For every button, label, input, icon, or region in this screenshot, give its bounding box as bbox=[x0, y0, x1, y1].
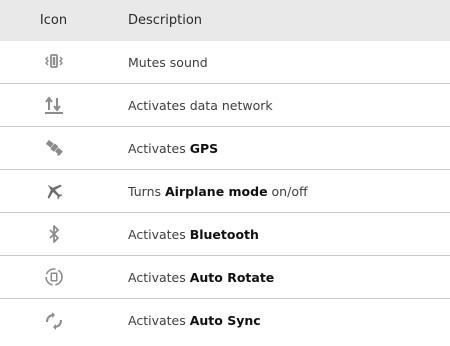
bluetooth-icon bbox=[0, 224, 107, 244]
table-row: Turns Airplane mode on/off bbox=[0, 170, 450, 213]
table-row: Mutes sound bbox=[0, 41, 450, 84]
satellite-gps-icon bbox=[0, 138, 107, 158]
vibrate-icon bbox=[0, 53, 107, 71]
table-row: Activates Auto Rotate bbox=[0, 256, 450, 299]
airplane-icon bbox=[0, 181, 107, 201]
header-icon-label: Icon bbox=[39, 13, 68, 28]
row-description: Turns Airplane mode on/off bbox=[128, 183, 308, 199]
table-row: Activates data network bbox=[0, 84, 450, 127]
row-description: Activates Auto Sync bbox=[128, 313, 261, 328]
row-description: Activates Auto Rotate bbox=[128, 269, 275, 285]
table-row: Activates Auto Sync bbox=[0, 299, 450, 342]
table-row: Activates Bluetooth bbox=[0, 213, 450, 256]
row-description: Mutes sound bbox=[128, 54, 208, 70]
auto-rotate-icon bbox=[0, 267, 107, 287]
table-row: Activates GPS bbox=[0, 127, 450, 170]
table-header: Icon Description bbox=[0, 0, 450, 41]
auto-sync-icon bbox=[0, 311, 107, 331]
header-description-label: Description bbox=[128, 13, 203, 28]
row-description: Activates data network bbox=[128, 97, 273, 113]
row-description: Activates GPS bbox=[128, 140, 219, 156]
row-description: Activates Bluetooth bbox=[128, 226, 259, 242]
quick-settings-table: Icon Description Mutes sound Activates d… bbox=[0, 0, 450, 342]
data-network-icon bbox=[0, 95, 107, 115]
